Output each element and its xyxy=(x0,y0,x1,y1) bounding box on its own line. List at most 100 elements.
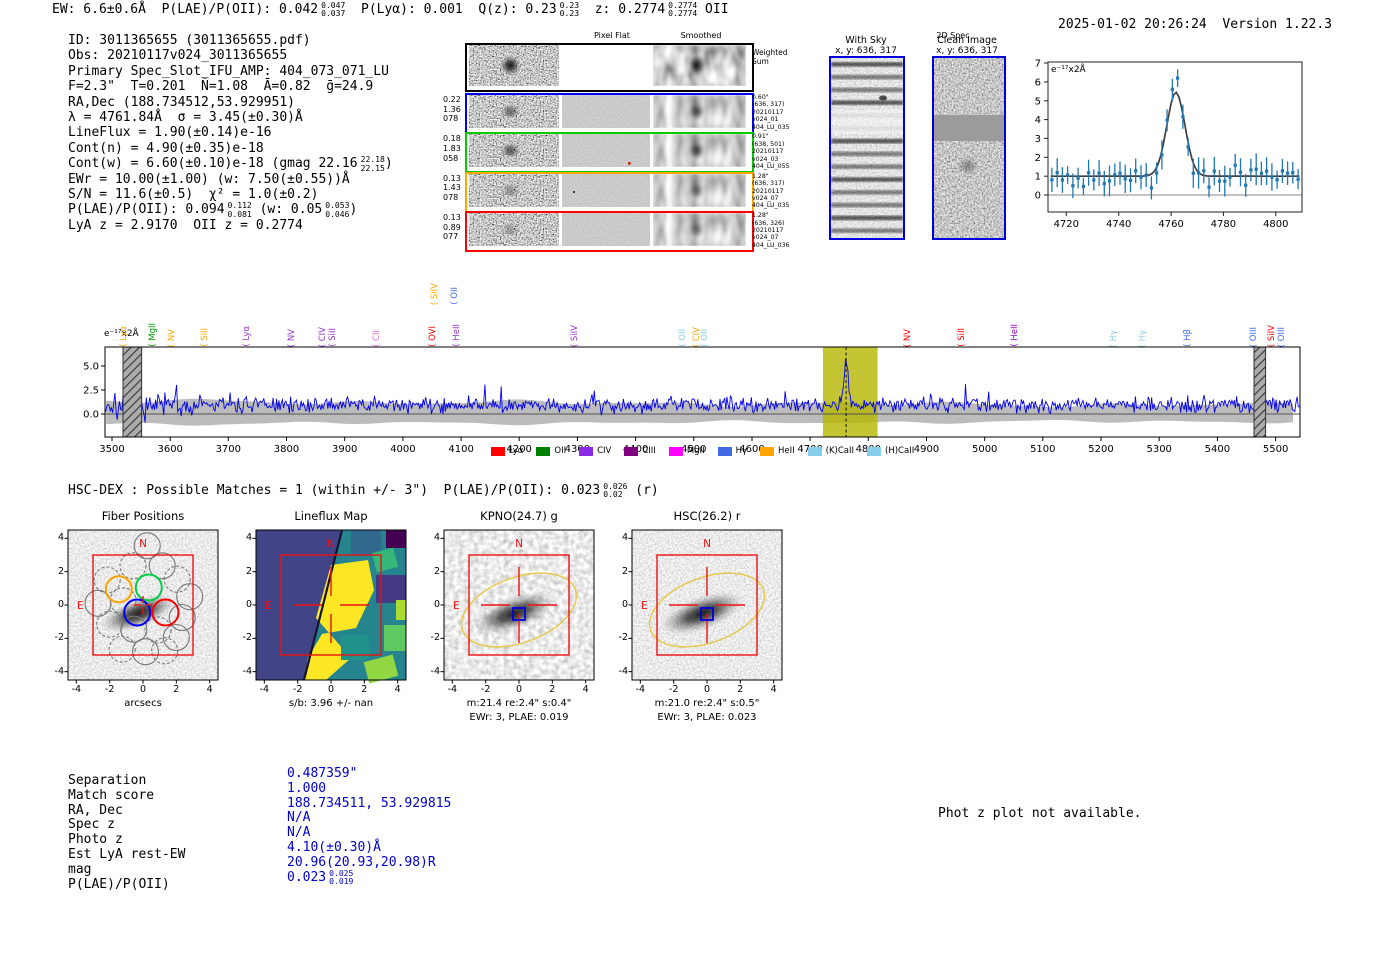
svg-text:4760: 4760 xyxy=(1158,219,1183,230)
spec2d-weighted-row xyxy=(465,43,754,92)
legend-swatch xyxy=(717,446,732,456)
table-row-value-3: N/A xyxy=(287,810,311,826)
spectrum-legend: Lyα OII CIV CIII MgII Hγ HeII (K)CaII (H)CaII xyxy=(95,446,1310,456)
report-timestamp: 2025-01-02 20:26:24 xyxy=(1058,17,1207,32)
hsc-cutout-panel: HSC(26.2) r NE m:21.0 re:2.4" s:0.5" EWr… xyxy=(607,505,807,735)
fiber-positions-image: NE xyxy=(64,529,219,684)
svg-text:7: 7 xyxy=(1035,59,1041,70)
svg-text:5.0: 5.0 xyxy=(83,362,99,373)
kpno-cutout-caption: EWr: 3, PLAE: 0.019 xyxy=(469,712,569,723)
spec2d-right-label-3: 1.28" (636, 326) 20210117 v024_07 404_LU_036 xyxy=(752,212,790,249)
table-row-value-5: 4.10(±0.30)Å xyxy=(287,840,381,855)
hsc-cutout-xlabel: m:21.0 re:2.4" s:0.5" xyxy=(654,698,760,709)
x-tick-label: -4 xyxy=(447,684,458,695)
spec2d-right-label-0: 0.60" (636, 317) 20210117 v024_01 404_LU_035 xyxy=(752,94,790,131)
lineflux-map-xlabel: s/b: 3.96 +/- nan xyxy=(288,698,374,709)
legend-swatch xyxy=(579,446,594,456)
stacked-fraction: 0.112 0.081 xyxy=(227,201,252,219)
legend-swatch xyxy=(668,446,683,456)
y-tick-label: -4 xyxy=(618,665,628,677)
legend-item-OII: OII xyxy=(536,446,566,456)
x-tick-label: 4 xyxy=(206,684,213,695)
hscdex-match-line: HSC-DEX : Possible Matches = 1 (within +… xyxy=(68,482,659,500)
svg-text:2: 2 xyxy=(1035,153,1041,164)
svg-text:N: N xyxy=(515,538,523,550)
photz-note: Phot z plot not available. xyxy=(938,806,1142,821)
emission-line-markers: ( Lyα( MgII( NV( SiII( Lyα( NV( CIV( SiI… xyxy=(95,266,1310,347)
spec2d-left-label-1: 0.18 1.83 058 xyxy=(443,134,461,163)
spec2d-col-header-pixelflat: Pixel Flat xyxy=(594,31,630,40)
svg-text:N: N xyxy=(703,538,711,550)
spec2d-cell-1-2 xyxy=(653,134,746,168)
table-row-label-5: Est LyA rest-EW xyxy=(68,847,186,862)
x-tick-label: -4 xyxy=(635,684,646,695)
table-row-label-1: Match score xyxy=(68,787,155,803)
y-tick-label: -2 xyxy=(618,632,628,644)
x-tick-label: -2 xyxy=(292,684,303,695)
legend-item-CIII: CIII xyxy=(624,446,656,456)
y-tick-label: -2 xyxy=(430,632,440,644)
y-tick-label: 2 xyxy=(57,565,64,577)
info-line-4: RA,Dec (188.734512,53.929951) xyxy=(68,94,295,110)
summary-stats-line: EW: 6.6±0.6Å P(LAE)/P(OII): 0.042 0.047 0.… xyxy=(52,1,729,19)
svg-text:4720: 4720 xyxy=(1054,219,1079,230)
legend-item-HCaII: (H)CaII xyxy=(867,446,914,456)
x-tick-label: -4 xyxy=(259,684,270,695)
svg-text:E: E xyxy=(265,600,272,612)
table-row-label-7: P(LAE)/P(OII) xyxy=(68,876,170,892)
x-tick-label: 2 xyxy=(737,684,744,695)
hetdex-detection-report: EW: 6.6±0.6Å P(LAE)/P(OII): 0.042 0.047 0.… xyxy=(0,0,1400,953)
spec2d-row-1 xyxy=(465,132,754,174)
table-row-label-6: mag xyxy=(68,861,92,877)
x-tick-label: -2 xyxy=(668,684,679,695)
x-tick-label: 4 xyxy=(394,684,401,695)
clean-image xyxy=(932,56,1006,240)
x-tick-label: 2 xyxy=(173,684,180,695)
table-row-value-2: 188.734511, 53.929815 xyxy=(287,795,452,811)
with-sky-image xyxy=(829,56,905,240)
info-line-5: λ = 4761.84Å σ = 3.45(±0.30)Å xyxy=(68,109,303,125)
info-line-8: Cont(w) = 6.60(±0.10)e-18 (gmag 22.16 22.… xyxy=(68,155,393,173)
spec2d-row-0 xyxy=(465,93,754,134)
x-tick-label: -4 xyxy=(71,684,82,695)
stacked-fraction: 0.026 0.02 xyxy=(603,482,628,500)
table-row-value-6: 20.96(20.93,20.98)R xyxy=(287,854,436,870)
info-line-10: S/N = 11.6(±0.5) χ² = 1.0(±0.2) xyxy=(68,186,319,202)
detection-info-block: ID: 3011365655 (3011365655.pdf) Obs: 2021… xyxy=(68,33,393,233)
kpno-cutout-image: NE xyxy=(440,529,595,684)
lineflux-map-title: Lineflux Map xyxy=(294,509,368,523)
svg-text:4740: 4740 xyxy=(1106,219,1131,230)
legend-item-CIV: CIV xyxy=(579,446,611,456)
y-tick-label: -4 xyxy=(242,665,252,677)
legend-item-Hγ: Hγ xyxy=(717,446,747,456)
stacked-fraction: 22.18 22.15 xyxy=(360,155,385,173)
spec2d-cell-3-2 xyxy=(653,213,746,247)
legend-swatch xyxy=(490,446,505,456)
table-row-label-4: Photo z xyxy=(68,832,123,848)
x-tick-label: 4 xyxy=(582,684,589,695)
info-line-12: LyA z = 2.9170 OII z = 0.2774 xyxy=(68,217,303,233)
y-tick-label: 4 xyxy=(245,532,252,544)
legend-item-MgII: MgII xyxy=(668,446,705,456)
legend-swatch xyxy=(760,446,774,456)
line-marker-siiv: ( SiIV xyxy=(429,282,440,305)
info-line-6: LineFlux = 1.90(±0.14)e-16 xyxy=(68,125,272,141)
info-line-2: Primary Spec_Slot_IFU_AMP: 404_073_071_L… xyxy=(68,63,389,79)
svg-text:E: E xyxy=(77,600,84,612)
svg-text:e⁻¹⁷x2Å: e⁻¹⁷x2Å xyxy=(1051,63,1087,75)
spec2d-right-label-2: 1.28" (636, 317) 20210117 v024_07 404_LU_035 xyxy=(752,172,790,210)
y-tick-label: 2 xyxy=(433,565,440,577)
x-tick-label: 2 xyxy=(361,684,368,695)
stacked-fraction: 0.053 0.046 xyxy=(325,201,350,219)
clean-image-coords: x, y: 636, 317 xyxy=(936,46,998,56)
svg-text:4: 4 xyxy=(1035,115,1041,126)
stacked-fraction: 0.047 0.037 xyxy=(321,1,346,19)
lineflux-map-panel: Lineflux Map NE s/b: 3.96 +/- nan -4 -4 -2… xyxy=(231,505,431,735)
catalog-match-table: Separation 0.487359" Match score 1.000 RA, D… xyxy=(68,760,508,910)
spec2d-cell-0-0 xyxy=(469,95,559,128)
fiber-positions-xlabel: arcsecs xyxy=(124,698,162,709)
legend-swatch xyxy=(867,446,882,456)
y-tick-label: 4 xyxy=(621,532,628,544)
svg-text:6: 6 xyxy=(1035,77,1041,88)
table-row-value-1: 1.000 xyxy=(287,780,327,796)
